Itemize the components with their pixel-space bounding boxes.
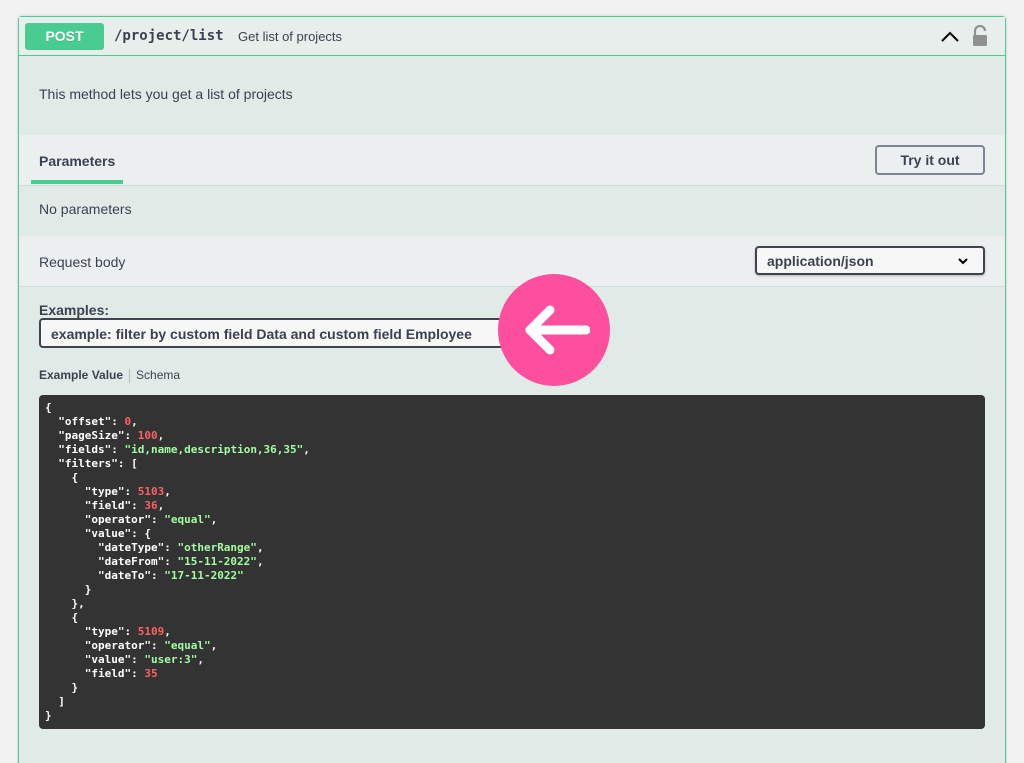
operation-block: POST /project/list Get list of projects … (18, 16, 1006, 763)
example-select[interactable]: example: filter by custom field Data and… (39, 318, 509, 348)
try-it-out-button[interactable]: Try it out (875, 145, 985, 175)
tab-example-value[interactable]: Example Value (39, 368, 123, 382)
annotation-badge (498, 274, 610, 386)
operation-summary[interactable]: POST /project/list Get list of projects (19, 17, 1005, 56)
operation-summary-text: Get list of projects (238, 29, 343, 44)
tab-divider (129, 368, 131, 383)
no-parameters-text: No parameters (39, 201, 132, 217)
tab-schema[interactable]: Schema (136, 368, 180, 382)
content-type-select[interactable]: application/json (755, 246, 985, 275)
example-code-block[interactable]: { "offset": 0, "pageSize": 100, "fields"… (39, 395, 985, 729)
arrow-left-icon (525, 305, 590, 355)
content-type-value: application/json (767, 253, 874, 269)
method-badge: POST (25, 23, 104, 50)
examples-label: Examples: (39, 302, 110, 318)
example-select-value: example: filter by custom field Data and… (51, 326, 472, 342)
example-tabs: Example Value Schema (39, 368, 180, 383)
parameters-header: Parameters Try it out (19, 135, 1005, 186)
operation-path: /project/list (114, 28, 224, 44)
request-body-header: Request body application/json (19, 236, 1005, 287)
operation-description: This method lets you get a list of proje… (39, 86, 293, 102)
unlock-icon[interactable] (971, 25, 989, 47)
tab-parameters[interactable]: Parameters (39, 153, 115, 169)
chevron-up-icon[interactable] (939, 28, 961, 44)
tab-active-indicator (31, 180, 123, 184)
request-body-label: Request body (39, 254, 126, 270)
chevron-down-icon (958, 258, 968, 265)
